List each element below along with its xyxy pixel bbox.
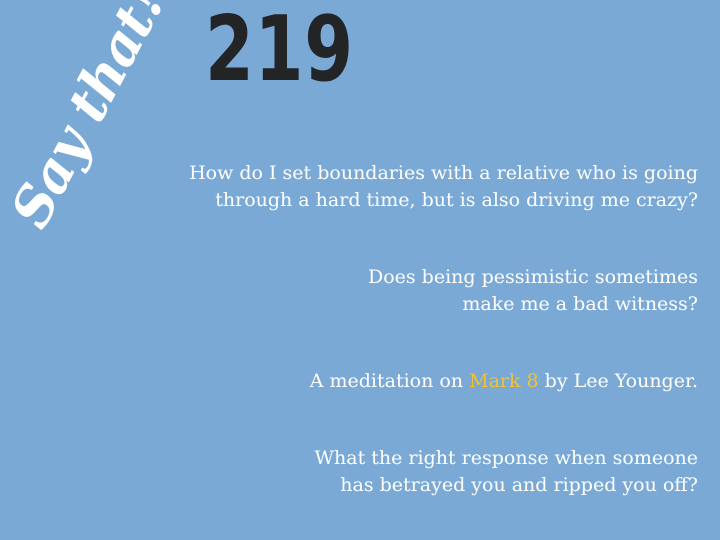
say-that-logo: Say that! [0, 0, 178, 238]
topic-list: How do I set boundaries with a relative … [158, 160, 698, 499]
episode-number: 219 [205, 0, 354, 102]
topic-line: through a hard time, but is also driving… [215, 189, 698, 211]
topic-prefix: A meditation on [309, 370, 470, 392]
topic-line: Does being pessimistic sometimes [367, 266, 698, 288]
topic-item: Does being pessimistic sometimes make me… [158, 264, 698, 318]
topic-item: A meditation on Mark 8 by Lee Younger. [158, 368, 698, 395]
topic-line: make me a bad witness? [462, 293, 698, 315]
slide: Say that! 219 How do I set boundaries wi… [0, 0, 720, 540]
topic-item: How do I set boundaries with a relative … [158, 160, 698, 214]
topic-line: What the right response when someone [314, 447, 699, 469]
scripture-reference: Mark 8 [469, 370, 539, 392]
topic-line: has betrayed you and ripped you off? [340, 474, 698, 496]
topic-line: How do I set boundaries with a relative … [189, 162, 698, 184]
topic-item: What the right response when someone has… [158, 445, 699, 499]
topic-suffix: by Lee Younger. [538, 370, 698, 392]
